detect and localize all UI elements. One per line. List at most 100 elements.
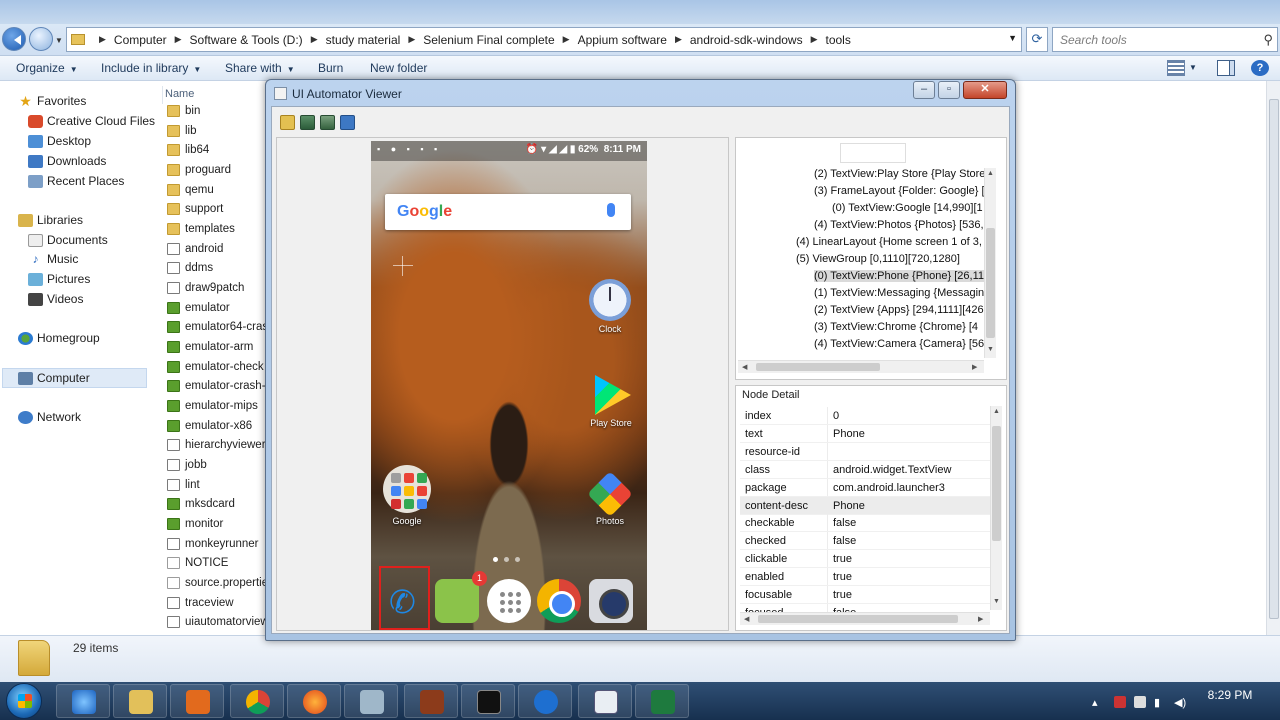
file-list-item[interactable]: monitor — [167, 515, 223, 533]
search-input[interactable]: Search tools ⚲ — [1052, 27, 1278, 52]
tree-node[interactable]: (0) TextView:Phone {Phone} [26,11 — [814, 270, 985, 282]
tree-vertical-scrollbar[interactable]: ▲ ▼ — [984, 168, 996, 358]
file-list-item[interactable]: jobb — [167, 456, 207, 474]
sidebar-item-music[interactable]: ♪ Music — [28, 252, 79, 266]
node-detail-row[interactable]: focusable true — [740, 586, 990, 604]
device-icon[interactable] — [1134, 696, 1146, 708]
tree-node[interactable]: (3) TextView:Chrome {Chrome} [4 — [814, 321, 978, 333]
device-screenshot[interactable]: ▪ ● ▪ ▪ ▪ ⏰ ▾ ◢ ◢ ▮ 62% 8:11 PM Google C… — [371, 141, 647, 630]
burn-button[interactable]: Burn — [318, 61, 343, 75]
taskbar-chrome[interactable] — [230, 684, 284, 718]
breadcrumb-item[interactable]: tools — [826, 33, 851, 47]
taskbar-explorer[interactable] — [113, 684, 167, 718]
microphone-icon[interactable] — [607, 203, 615, 217]
tree-node[interactable]: (4) TextView:Photos {Photos} [536, — [814, 219, 984, 231]
device-screenshot-compressed-icon[interactable] — [320, 115, 335, 130]
node-detail-row[interactable]: checkable false — [740, 514, 990, 533]
file-list-item[interactable]: emulator — [167, 299, 230, 317]
include-in-library-button[interactable]: Include in library ▼ — [101, 61, 201, 75]
file-list-item[interactable]: templates — [167, 220, 235, 238]
file-list-item[interactable]: qemu — [167, 181, 214, 199]
save-icon[interactable] — [340, 115, 355, 130]
scrollbar-thumb[interactable] — [986, 228, 995, 338]
node-detail-row[interactable]: package com.android.launcher3 — [740, 478, 990, 497]
file-list-item[interactable]: android — [167, 240, 223, 258]
app-clock[interactable]: Clock — [585, 279, 635, 334]
all-apps-icon[interactable] — [487, 579, 531, 623]
refresh-button[interactable]: ⟳ — [1026, 27, 1048, 52]
minimize-button[interactable]: – — [913, 81, 935, 99]
new-folder-button[interactable]: New folder — [370, 61, 427, 75]
forward-button[interactable] — [29, 27, 53, 51]
file-list-item[interactable]: support — [167, 200, 223, 218]
breadcrumb-item[interactable]: Selenium Final complete — [423, 33, 554, 47]
computer-item[interactable]: Computer — [2, 368, 147, 388]
messaging-app-icon[interactable]: 1 — [435, 571, 487, 623]
scroll-up-icon[interactable]: ▲ — [993, 408, 1000, 415]
breadcrumb-item[interactable]: Software & Tools (D:) — [190, 33, 303, 47]
scroll-down-icon[interactable]: ▼ — [987, 346, 994, 353]
taskbar-app[interactable] — [344, 684, 398, 718]
file-list-item[interactable]: proguard — [167, 161, 231, 179]
sidebar-item-pictures[interactable]: Pictures — [28, 272, 90, 286]
taskbar-clock[interactable]: 8:29 PM — [1200, 688, 1260, 702]
detail-horizontal-scrollbar[interactable]: ◀ ▶ — [740, 612, 990, 625]
taskbar-java[interactable] — [404, 684, 458, 718]
node-detail-row[interactable]: resource-id — [740, 442, 990, 461]
organize-button[interactable]: Organize ▼ — [16, 61, 78, 75]
favorites-group[interactable]: ★ Favorites — [18, 94, 86, 109]
homegroup-item[interactable]: Homegroup — [18, 331, 100, 345]
file-list-item[interactable]: bin — [167, 102, 200, 120]
scroll-left-icon[interactable]: ◀ — [742, 363, 747, 371]
breadcrumb-chevron-icon[interactable]: ▶ — [175, 34, 182, 45]
scroll-right-icon[interactable]: ▶ — [972, 363, 977, 371]
preview-pane-icon[interactable] — [1217, 60, 1235, 76]
scrollbar-thumb[interactable] — [1269, 99, 1279, 619]
node-detail-row[interactable]: text Phone — [740, 424, 990, 443]
phone-app-icon[interactable]: ✆ — [383, 579, 427, 623]
scroll-down-icon[interactable]: ▼ — [993, 598, 1000, 605]
sidebar-item-videos[interactable]: Videos — [28, 292, 83, 306]
action-center-icon[interactable] — [1114, 696, 1126, 708]
scroll-up-icon[interactable]: ▲ — [987, 170, 994, 177]
tree-node[interactable]: (2) TextView {Apps} [294,1111][426 — [814, 304, 984, 316]
recent-pages-dropdown-icon[interactable]: ▼ — [55, 36, 63, 45]
breadcrumb-chevron-icon[interactable]: ▶ — [811, 34, 818, 45]
chrome-app-icon[interactable] — [537, 579, 581, 623]
network-status-icon[interactable]: ▮ — [1154, 696, 1166, 709]
scrollbar-thumb[interactable] — [992, 426, 1001, 541]
tree-node[interactable]: (2) TextView:Play Store {Play Store — [814, 168, 985, 180]
sidebar-item-downloads[interactable]: Downloads — [28, 154, 106, 168]
taskbar-command-prompt[interactable] — [461, 684, 515, 718]
volume-icon[interactable]: ◀) — [1174, 696, 1186, 709]
start-button[interactable] — [6, 683, 42, 719]
close-button[interactable]: ✕ — [963, 81, 1007, 99]
network-item[interactable]: Network — [18, 410, 81, 424]
sidebar-item-creative-cloud[interactable]: Creative Cloud Files — [28, 114, 155, 128]
back-button[interactable] — [2, 27, 26, 51]
file-list-item[interactable]: traceview — [167, 594, 234, 612]
tree-node[interactable]: (1) TextView:Messaging {Messagin — [814, 287, 984, 299]
app-folder-google[interactable]: Google — [377, 465, 437, 526]
tree-node[interactable]: (4) LinearLayout {Home screen 1 of 3, — [796, 236, 982, 248]
file-list-item[interactable]: lib64 — [167, 141, 209, 159]
open-icon[interactable] — [280, 115, 295, 130]
file-list-item[interactable]: NOTICE — [167, 554, 228, 572]
file-list-item[interactable]: hierarchyviewer — [167, 436, 266, 454]
breadcrumb-item[interactable]: study material — [326, 33, 401, 47]
libraries-group[interactable]: Libraries — [18, 213, 83, 227]
detail-vertical-scrollbar[interactable]: ▲ ▼ — [990, 406, 1002, 610]
share-with-button[interactable]: Share with ▼ — [225, 61, 295, 75]
file-list-item[interactable]: emulator-mips — [167, 397, 258, 415]
maximize-button[interactable]: ▫ — [938, 81, 960, 99]
node-detail-row[interactable]: clickable true — [740, 550, 990, 569]
node-detail-row[interactable]: content-desc Phone — [740, 496, 990, 515]
google-search-widget[interactable]: Google — [385, 194, 631, 230]
file-list-item[interactable]: lint — [167, 476, 200, 494]
column-header-name[interactable]: Name — [165, 88, 194, 100]
node-detail-row[interactable]: checked false — [740, 532, 990, 551]
scroll-left-icon[interactable]: ◀ — [744, 615, 749, 623]
breadcrumb-chevron-icon[interactable]: ▶ — [408, 34, 415, 45]
breadcrumb-chevron-icon[interactable]: ▶ — [563, 34, 570, 45]
file-list-item[interactable]: draw9patch — [167, 279, 244, 297]
